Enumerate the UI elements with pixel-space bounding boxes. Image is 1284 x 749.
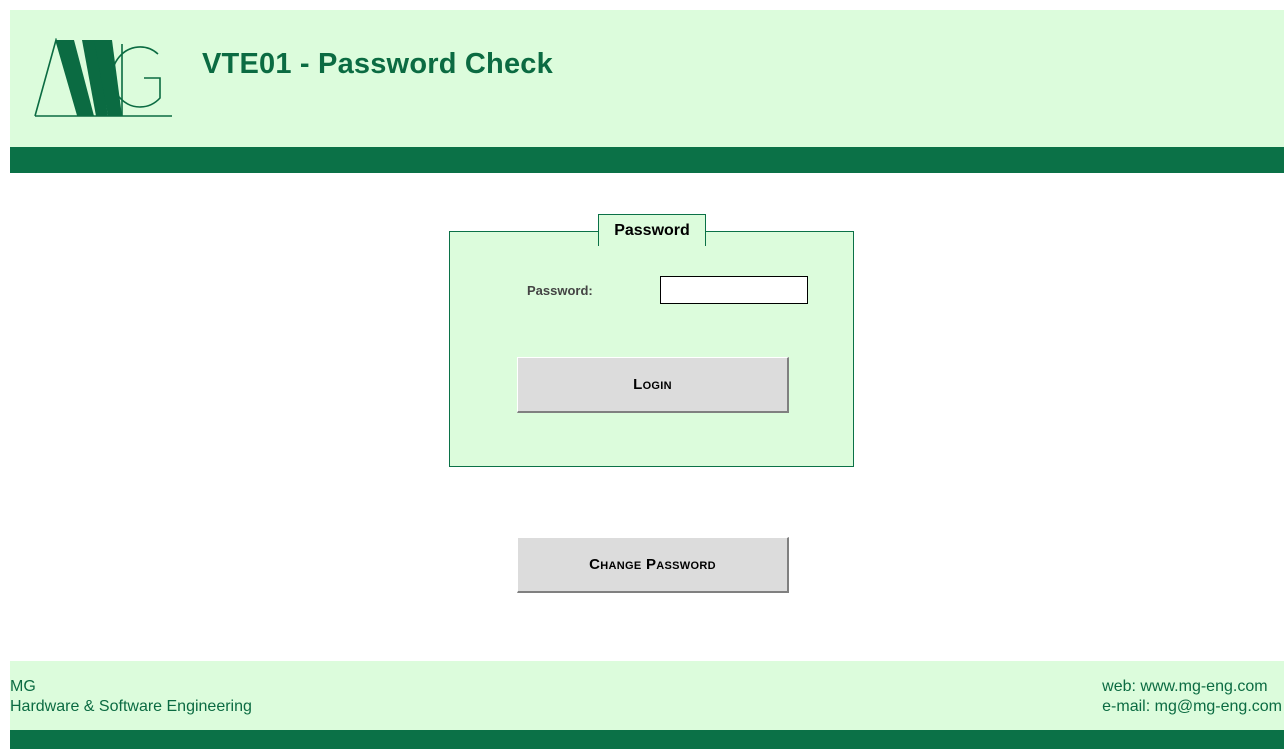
footer-company: MG Hardware & Software Engineering (10, 677, 252, 717)
footer-contact: web: www.mg-eng.com e-mail: mg@mg-eng.co… (1102, 677, 1282, 717)
change-password-button[interactable]: Change Password (517, 537, 789, 593)
password-fieldset (449, 231, 854, 467)
footer: MG Hardware & Software Engineering web: … (10, 661, 1284, 730)
header-bar (10, 147, 1284, 173)
mg-logo-icon (34, 38, 172, 117)
footer-web-link[interactable]: web: www.mg-eng.com (1102, 677, 1282, 697)
password-legend: Password (598, 214, 706, 246)
footer-company-tagline: Hardware & Software Engineering (10, 698, 252, 715)
footer-bar (10, 730, 1284, 749)
password-label: Password: (527, 283, 593, 298)
footer-company-name: MG (10, 678, 36, 695)
password-input[interactable] (660, 276, 808, 304)
footer-email-link[interactable]: e-mail: mg@mg-eng.com (1102, 697, 1282, 717)
header: VTE01 - Password Check (10, 10, 1284, 147)
page: VTE01 - Password Check Password Password… (0, 0, 1284, 749)
login-button[interactable]: Login (517, 357, 789, 413)
page-title: VTE01 - Password Check (202, 48, 553, 80)
